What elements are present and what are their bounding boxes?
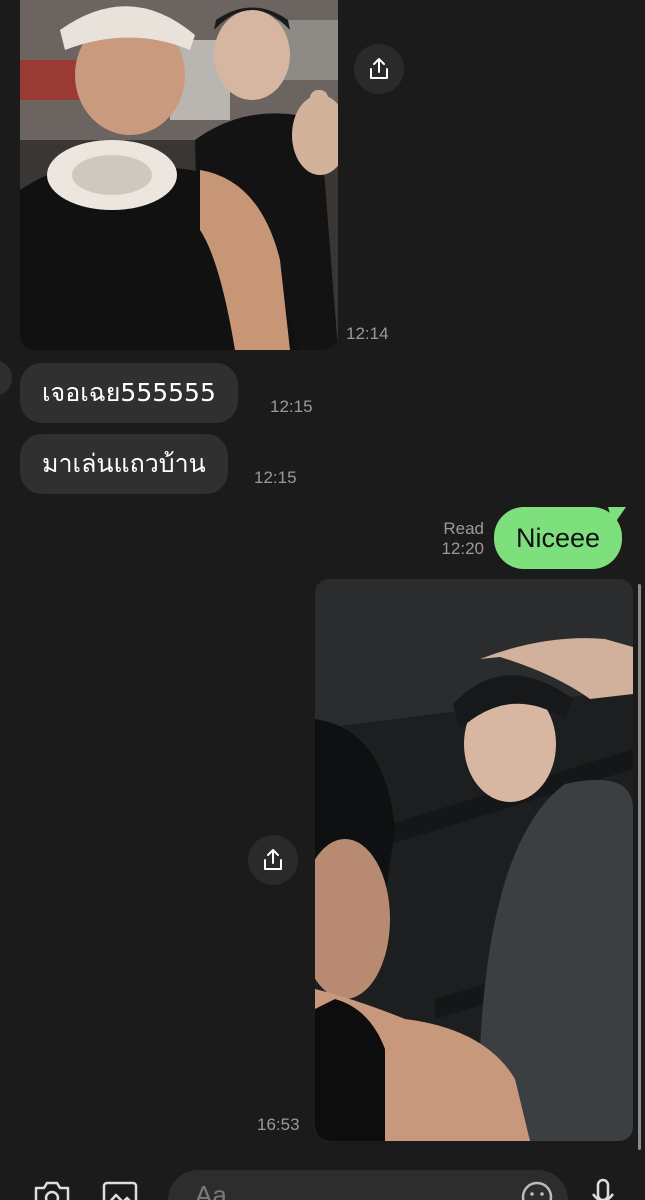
camera-button[interactable] <box>32 1180 72 1200</box>
outgoing-photo-message[interactable] <box>315 579 633 1141</box>
outgoing-text-message[interactable]: Niceee <box>494 507 627 569</box>
incoming-photo-message[interactable] <box>20 0 338 350</box>
share-button[interactable] <box>248 835 298 885</box>
read-receipt: Read 12:20 <box>420 519 484 559</box>
scrollbar[interactable] <box>638 584 641 1150</box>
share-icon <box>370 58 388 79</box>
bubble-tail <box>608 507 627 525</box>
emoji-icon <box>521 1181 553 1200</box>
gym-selfie-image <box>315 579 633 1141</box>
message-input[interactable] <box>168 1170 568 1200</box>
message-time: 12:15 <box>270 397 313 416</box>
outgoing-text: Niceee <box>516 523 601 553</box>
voice-button[interactable] <box>590 1178 616 1200</box>
microphone-icon <box>591 1178 615 1200</box>
message-input-placeholder: Aa <box>195 1180 227 1200</box>
message-time: 12:14 <box>346 324 389 343</box>
camera-icon <box>34 1181 70 1200</box>
incoming-text-message[interactable]: เจอเฉย555555 <box>20 363 238 423</box>
image-icon <box>102 1181 138 1200</box>
share-icon <box>264 849 282 870</box>
incoming-text-message[interactable]: มาเล่นแถวบ้าน <box>20 434 228 494</box>
share-button[interactable] <box>354 44 404 94</box>
message-time: 16:53 <box>257 1115 300 1134</box>
emoji-button[interactable] <box>520 1180 554 1200</box>
message-time: 12:20 <box>441 539 484 558</box>
read-status: Read <box>443 519 484 538</box>
gallery-button[interactable] <box>101 1180 139 1200</box>
message-time: 12:15 <box>254 468 297 487</box>
avatar[interactable] <box>0 360 12 396</box>
gym-selfie-image <box>20 0 338 350</box>
